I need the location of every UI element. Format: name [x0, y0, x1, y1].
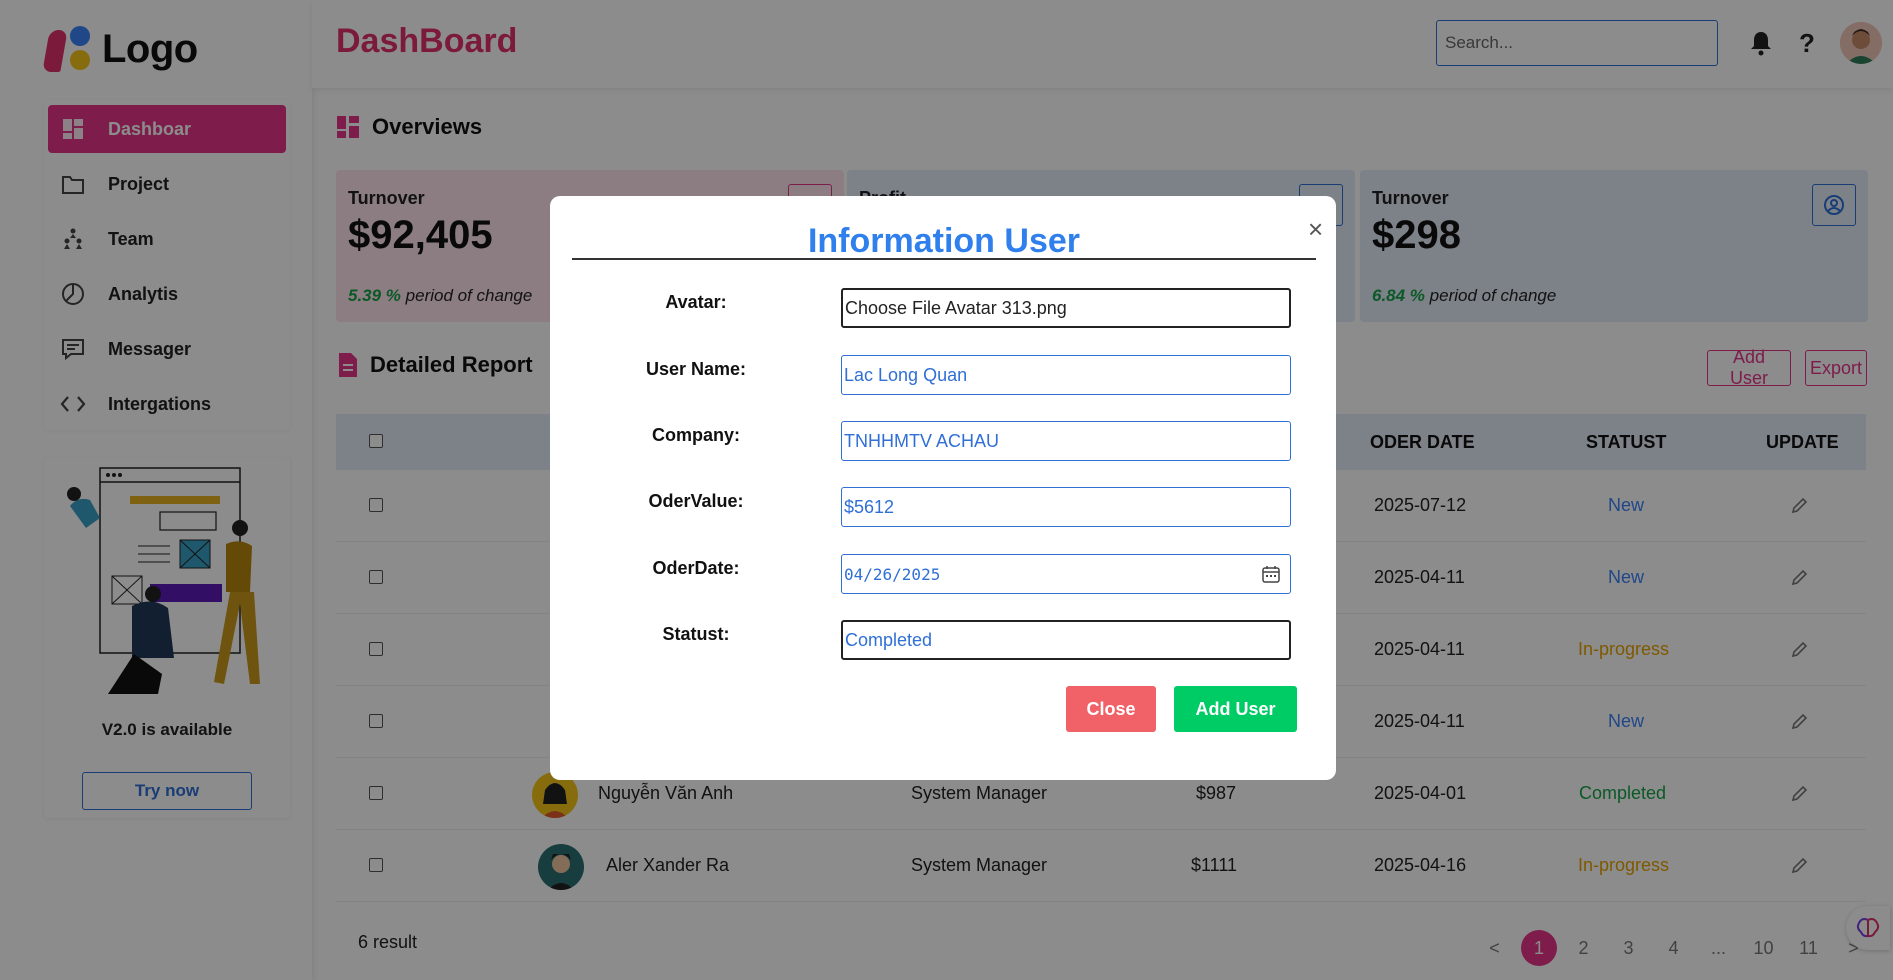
username-input[interactable]: Lac Long Quan — [841, 355, 1291, 395]
company-input[interactable]: TNHHMTV ACHAU — [841, 421, 1291, 461]
modal-title: Information User — [807, 222, 1081, 260]
statust-input[interactable]: Completed — [841, 620, 1291, 660]
username-label: User Name: — [645, 359, 747, 379]
oderdate-value: 04/26/2025 — [844, 564, 941, 584]
avatar-file-input[interactable]: Choose File Avatar 313.png — [841, 288, 1291, 328]
company-label: Company: — [651, 425, 740, 445]
information-user-modal: Information User × Avatar: Choose File A… — [550, 196, 1336, 780]
oderdate-input[interactable]: 04/26/2025 — [841, 554, 1291, 594]
title-divider — [572, 258, 1316, 260]
statust-label: Statust: — [662, 624, 730, 644]
odervalue-label: OderValue: — [648, 491, 744, 511]
odervalue-input[interactable]: $5612 — [841, 487, 1291, 527]
oderdate-label: OderDate: — [652, 558, 740, 578]
calendar-icon[interactable] — [1262, 565, 1280, 587]
add-user-submit-button[interactable]: Add User — [1174, 686, 1297, 732]
close-icon[interactable]: × — [1308, 214, 1323, 245]
avatar-label: Avatar: — [665, 292, 727, 312]
close-button[interactable]: Close — [1066, 686, 1156, 732]
